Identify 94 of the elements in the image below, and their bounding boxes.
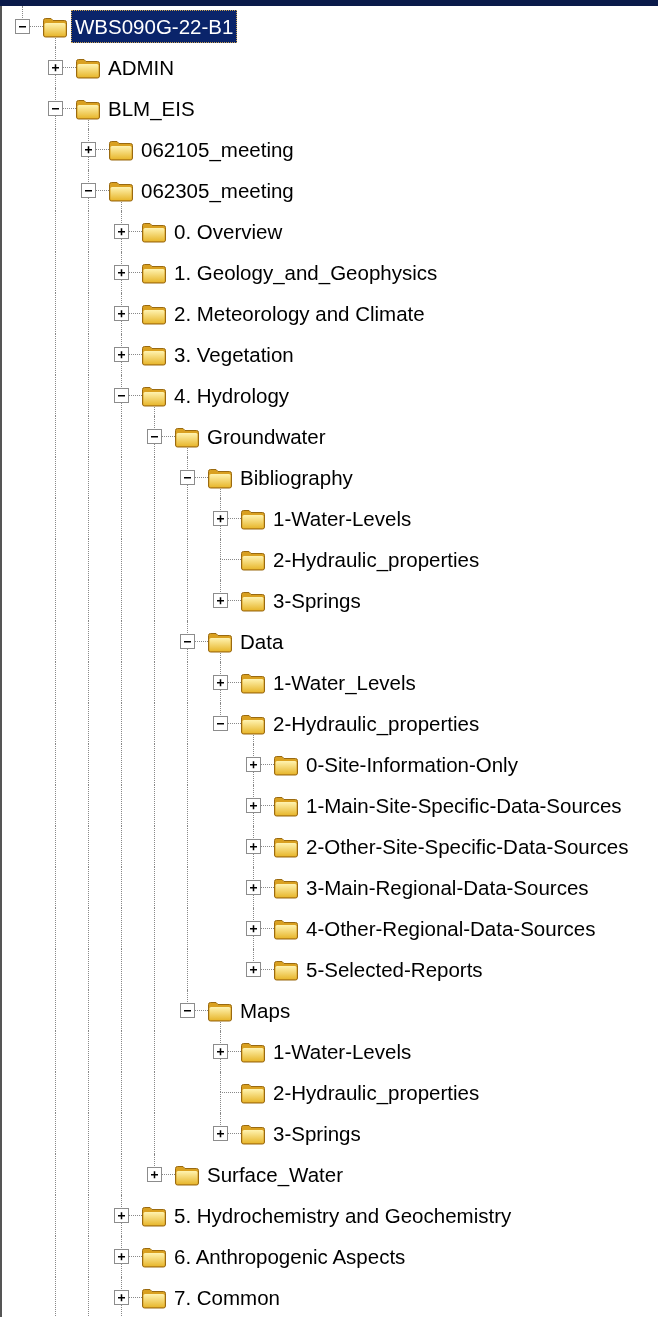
folder-icon <box>141 303 167 325</box>
folder-icon <box>273 754 299 776</box>
tree-item-label[interactable]: 2-Hydraulic_properties <box>269 1076 484 1109</box>
collapse-icon[interactable] <box>15 19 30 34</box>
tree-item-label[interactable]: Maps <box>236 994 295 1027</box>
folder-icon <box>174 426 200 448</box>
tree-item-label[interactable]: 3-Main-Regional-Data-Sources <box>302 871 593 904</box>
tree-item-label[interactable]: 4-Other-Regional-Data-Sources <box>302 912 600 945</box>
expand-icon[interactable] <box>114 1249 129 1264</box>
tree-item-label[interactable]: 1. Geology_and_Geophysics <box>170 256 442 289</box>
tree-item-label[interactable]: Bibliography <box>236 461 357 494</box>
folder-icon <box>240 1082 266 1104</box>
tree-item-label[interactable]: 2. Meteorology and Climate <box>170 297 429 330</box>
expand-icon[interactable] <box>246 921 261 936</box>
folder-icon <box>75 98 101 120</box>
tree-item-label[interactable]: WBS090G-22-B1 <box>71 10 238 43</box>
expand-icon[interactable] <box>114 347 129 362</box>
folder-icon <box>240 508 266 530</box>
collapse-icon[interactable] <box>180 634 195 649</box>
folder-icon <box>273 918 299 940</box>
expand-icon[interactable] <box>114 1290 129 1305</box>
expand-icon[interactable] <box>114 265 129 280</box>
tree-item-label[interactable]: 4. Hydrology <box>170 379 294 412</box>
folder-icon <box>108 139 134 161</box>
tree-item-label[interactable]: 6. Anthropogenic Aspects <box>170 1240 410 1273</box>
expand-icon[interactable] <box>213 1126 228 1141</box>
folder-icon <box>141 385 167 407</box>
folder-icon <box>240 549 266 571</box>
expand-icon[interactable] <box>114 306 129 321</box>
tree-item-label[interactable]: 0. Overview <box>170 215 287 248</box>
tree-item-label[interactable]: Data <box>236 625 288 658</box>
tree-item-label[interactable]: Groundwater <box>203 420 330 453</box>
expand-icon[interactable] <box>213 675 228 690</box>
folder-icon <box>141 262 167 284</box>
tree-item-label[interactable]: BLM_EIS <box>104 92 199 125</box>
expand-icon[interactable] <box>81 142 96 157</box>
expand-icon[interactable] <box>246 839 261 854</box>
folder-icon <box>273 877 299 899</box>
expand-icon[interactable] <box>114 224 129 239</box>
folder-icon <box>240 713 266 735</box>
collapse-icon[interactable] <box>213 716 228 731</box>
tree-item-label[interactable]: 1-Water-Levels <box>269 1035 416 1068</box>
tree-item-label[interactable]: 062305_meeting <box>137 174 298 207</box>
tree-item-label[interactable]: 3-Springs <box>269 1117 365 1150</box>
folder-icon <box>240 1041 266 1063</box>
folder-icon <box>273 836 299 858</box>
collapse-icon[interactable] <box>114 388 129 403</box>
tree-item-label[interactable]: 1-Water-Levels <box>269 502 416 535</box>
expand-icon[interactable] <box>213 593 228 608</box>
expand-icon[interactable] <box>213 511 228 526</box>
folder-icon <box>141 344 167 366</box>
expand-icon[interactable] <box>147 1167 162 1182</box>
tree-item-label[interactable]: 062105_meeting <box>137 133 298 166</box>
tree-item-label[interactable]: 1-Water_Levels <box>269 666 420 699</box>
tree-item-label[interactable]: 0-Site-Information-Only <box>302 748 522 781</box>
expand-icon[interactable] <box>48 60 63 75</box>
folder-icon <box>240 1123 266 1145</box>
collapse-icon[interactable] <box>48 101 63 116</box>
tree-item-label[interactable]: 7. Common <box>170 1281 284 1314</box>
tree-item-label[interactable]: 2-Other-Site-Specific-Data-Sources <box>302 830 633 863</box>
expand-icon[interactable] <box>246 962 261 977</box>
tree-item-label[interactable]: 5. Hydrochemistry and Geochemistry <box>170 1199 516 1232</box>
folder-icon <box>42 16 68 38</box>
tree-item-label[interactable]: ADMIN <box>104 51 179 84</box>
collapse-icon[interactable] <box>180 1003 195 1018</box>
folder-icon <box>141 1246 167 1268</box>
collapse-icon[interactable] <box>147 429 162 444</box>
expand-icon[interactable] <box>246 757 261 772</box>
folder-icon <box>108 180 134 202</box>
tree-item-label[interactable]: 5-Selected-Reports <box>302 953 487 986</box>
tree-item-label[interactable]: 2-Hydraulic_properties <box>269 707 484 740</box>
tree-item-label[interactable]: 1-Main-Site-Specific-Data-Sources <box>302 789 626 822</box>
collapse-icon[interactable] <box>81 183 96 198</box>
folder-icon <box>141 1205 167 1227</box>
folder-icon <box>240 672 266 694</box>
folder-icon <box>141 221 167 243</box>
folder-icon <box>207 467 233 489</box>
tree-item-label[interactable]: 3. Vegetation <box>170 338 298 371</box>
expand-icon[interactable] <box>246 798 261 813</box>
tree-item-label[interactable]: 2-Hydraulic_properties <box>269 543 484 576</box>
expand-icon[interactable] <box>114 1208 129 1223</box>
folder-icon <box>273 959 299 981</box>
folder-icon <box>75 57 101 79</box>
folder-icon <box>207 1000 233 1022</box>
collapse-icon[interactable] <box>180 470 195 485</box>
folder-icon <box>240 590 266 612</box>
tree-item-label[interactable]: Surface_Water <box>203 1158 347 1191</box>
folder-icon <box>273 795 299 817</box>
folder-icon <box>174 1164 200 1186</box>
expand-icon[interactable] <box>213 1044 228 1059</box>
folder-icon <box>207 631 233 653</box>
folder-icon <box>141 1287 167 1309</box>
tree-item-label[interactable]: 3-Springs <box>269 584 365 617</box>
expand-icon[interactable] <box>246 880 261 895</box>
